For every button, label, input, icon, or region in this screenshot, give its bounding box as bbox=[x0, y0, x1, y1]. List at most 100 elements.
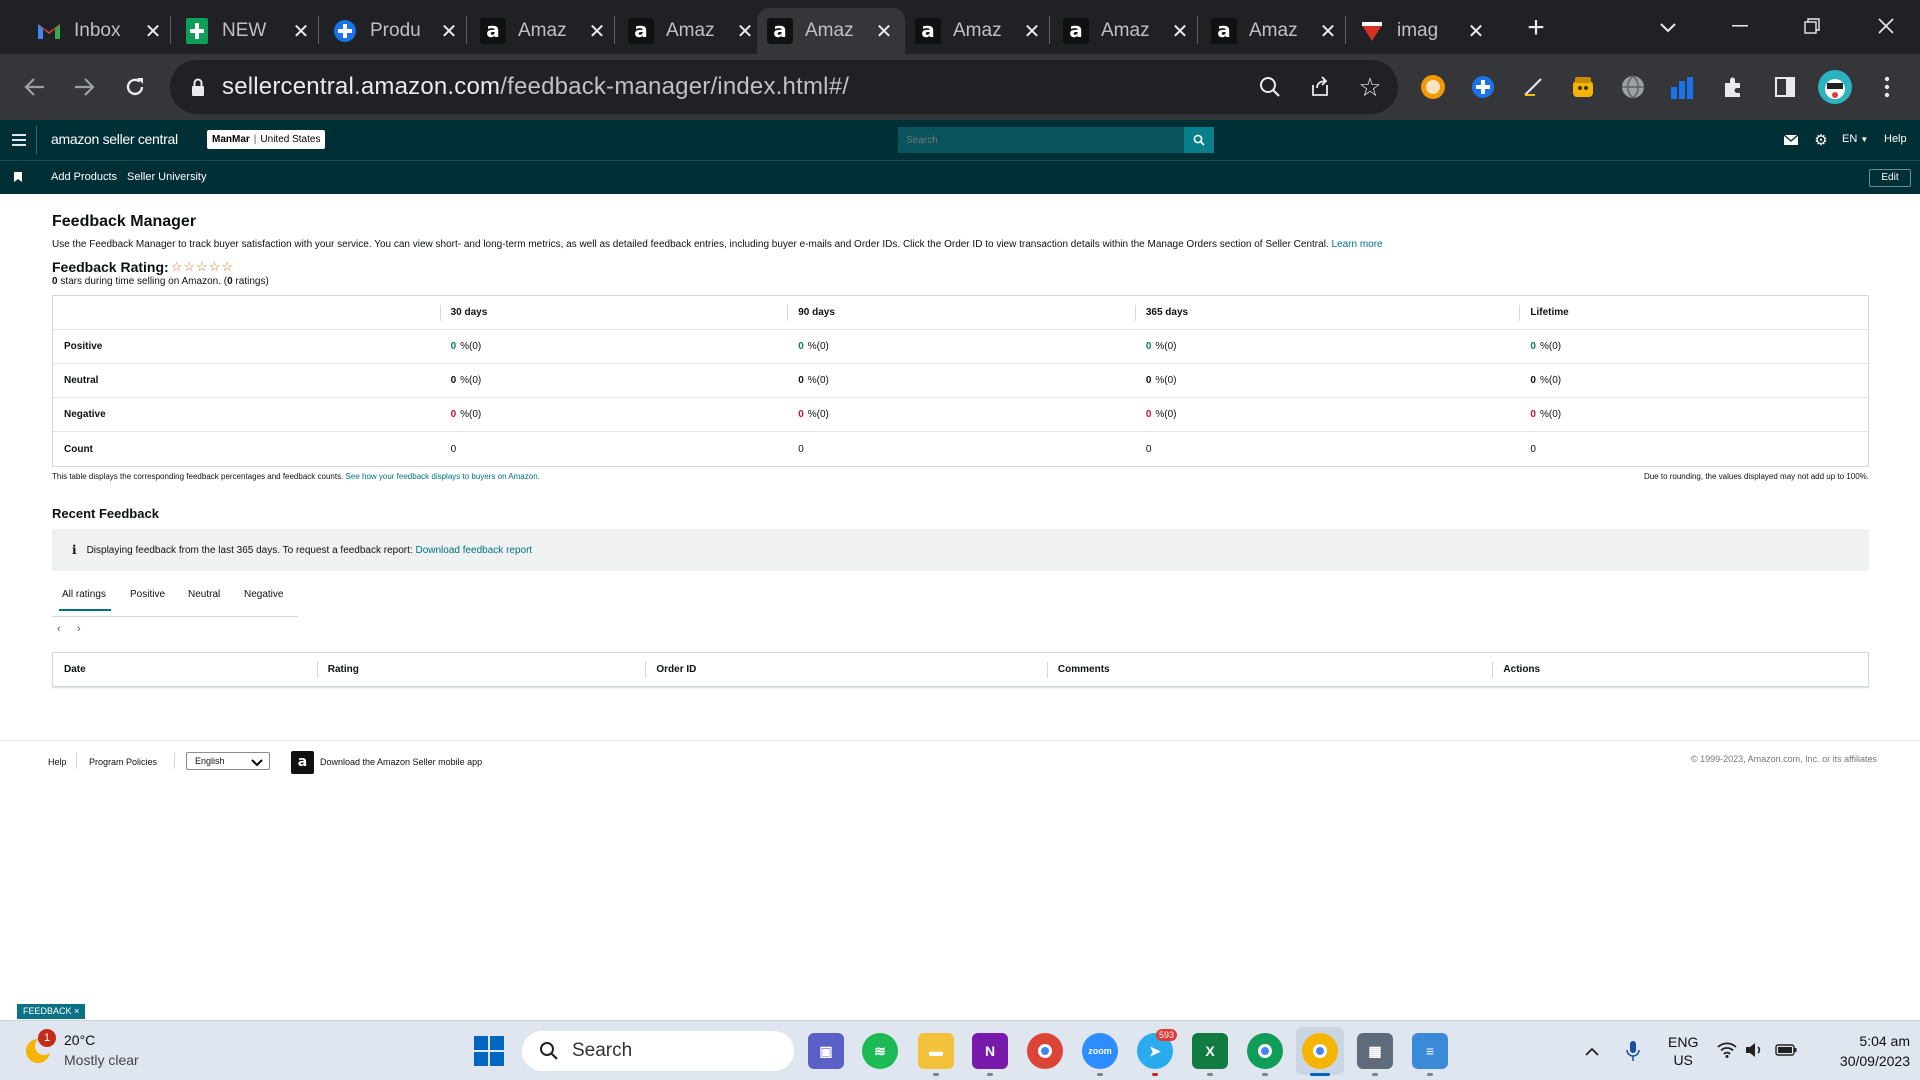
help-link[interactable]: Help bbox=[1884, 133, 1907, 145]
tab-neutral[interactable]: Neutral bbox=[188, 589, 220, 600]
tab-negative[interactable]: Negative bbox=[244, 589, 283, 600]
close-tab-icon[interactable]: ✕ bbox=[1169, 19, 1191, 44]
new-tab-button[interactable]: + bbox=[1518, 10, 1554, 46]
settings-gear-icon[interactable]: ⚙ bbox=[1812, 132, 1830, 149]
restore-icon[interactable] bbox=[1792, 8, 1832, 44]
calculator-icon[interactable]: ▦ bbox=[1357, 1033, 1393, 1069]
close-tab-icon[interactable]: ✕ bbox=[586, 19, 608, 44]
onenote-icon[interactable]: N bbox=[972, 1033, 1008, 1069]
close-tab-icon[interactable]: ✕ bbox=[734, 19, 756, 44]
seller-search-input[interactable] bbox=[898, 127, 1184, 153]
learn-more-link[interactable]: Learn more bbox=[1331, 239, 1382, 250]
reload-icon[interactable] bbox=[114, 66, 156, 108]
count-value: 0 bbox=[1530, 443, 1536, 455]
account-switcher[interactable]: ManMar | United States bbox=[207, 130, 326, 149]
browser-menu-icon[interactable] bbox=[1866, 66, 1908, 108]
browser-tab[interactable]: a Amaz ✕ bbox=[1201, 8, 1349, 54]
clock[interactable]: 5:04 am 30/09/2023 bbox=[1810, 1031, 1910, 1071]
browser-tab[interactable]: a Amaz ✕ bbox=[618, 8, 766, 54]
close-tab-icon[interactable]: ✕ bbox=[290, 19, 312, 44]
close-icon[interactable]: × bbox=[74, 1006, 79, 1016]
download-feedback-report-link[interactable]: Download feedback report bbox=[415, 545, 532, 556]
browser-tab[interactable]: NEW ✕ bbox=[174, 8, 322, 54]
volume-icon[interactable] bbox=[1744, 1039, 1766, 1061]
bookmark-star-icon[interactable]: ☆ bbox=[1356, 72, 1384, 102]
language-selector[interactable]: EN ▼ bbox=[1842, 133, 1868, 145]
extension-jar-icon[interactable] bbox=[1562, 66, 1604, 108]
feedback-badge[interactable]: FEEDBACK × bbox=[17, 1004, 86, 1019]
notepad-icon[interactable]: ≡ bbox=[1412, 1033, 1448, 1069]
footer-help-link[interactable]: Help bbox=[48, 757, 67, 767]
column-header[interactable]: Date bbox=[53, 664, 317, 675]
forward-icon[interactable] bbox=[63, 66, 105, 108]
address-bar[interactable]: sellercentral.amazon.com/feedback-manage… bbox=[170, 60, 1398, 114]
side-panel-icon[interactable] bbox=[1764, 66, 1806, 108]
wifi-icon[interactable] bbox=[1716, 1039, 1738, 1061]
chevron-right-icon[interactable]: › bbox=[77, 623, 81, 635]
browser-tab[interactable]: a Amaz ✕ bbox=[905, 8, 1053, 54]
column-header-label: 365 days bbox=[1145, 307, 1189, 318]
back-icon[interactable] bbox=[14, 66, 56, 108]
share-icon[interactable] bbox=[1306, 73, 1334, 101]
close-tab-icon[interactable]: ✕ bbox=[438, 19, 460, 44]
input-language[interactable]: ENG US bbox=[1668, 1033, 1698, 1069]
extensions-puzzle-icon[interactable] bbox=[1712, 66, 1754, 108]
program-policies-link[interactable]: Program Policies bbox=[89, 757, 157, 767]
extension-circle-icon[interactable] bbox=[1412, 66, 1454, 108]
edit-nav-button[interactable]: Edit bbox=[1869, 169, 1911, 187]
column-header[interactable]: Order ID bbox=[645, 661, 1047, 678]
browser-tab[interactable]: a Amaz ✕ bbox=[470, 8, 618, 54]
tab-all-ratings[interactable]: All ratings bbox=[62, 589, 106, 600]
taskbar-search[interactable]: Search bbox=[522, 1031, 794, 1071]
amazon-seller-central-logo[interactable]: amazon seller central bbox=[51, 131, 178, 147]
extension-pen-icon[interactable] bbox=[1512, 66, 1554, 108]
nav-add-products[interactable]: Add Products bbox=[51, 171, 117, 183]
chevron-up-icon[interactable] bbox=[1580, 1041, 1604, 1061]
close-tab-icon[interactable]: ✕ bbox=[142, 19, 164, 44]
chrome-icon[interactable] bbox=[1027, 1033, 1063, 1069]
lock-icon[interactable] bbox=[188, 76, 208, 98]
bookmark-icon[interactable] bbox=[13, 171, 23, 183]
windows-start-icon[interactable] bbox=[472, 1034, 506, 1068]
browser-tab[interactable]: imag ✕ bbox=[1349, 8, 1497, 54]
tab-search-icon[interactable] bbox=[1650, 10, 1686, 46]
chrome-active-icon[interactable] bbox=[1302, 1033, 1338, 1069]
close-tab-icon[interactable]: ✕ bbox=[1317, 19, 1339, 44]
column-header[interactable]: Actions bbox=[1492, 661, 1868, 678]
close-window-icon[interactable] bbox=[1866, 8, 1906, 44]
browser-tab[interactable]: Produ ✕ bbox=[322, 8, 470, 54]
file-explorer-icon[interactable]: ▬ bbox=[918, 1033, 954, 1069]
close-tab-icon[interactable]: ✕ bbox=[873, 19, 895, 44]
battery-icon[interactable] bbox=[1774, 1039, 1798, 1061]
chevron-left-icon[interactable]: ‹ bbox=[57, 623, 61, 635]
profile-avatar-icon[interactable] bbox=[1814, 66, 1856, 108]
messages-icon[interactable] bbox=[1783, 133, 1799, 147]
teams-chat-icon[interactable]: ▣ bbox=[808, 1033, 844, 1069]
extension-chart-icon[interactable] bbox=[1662, 66, 1704, 108]
zoom-icon[interactable]: zoom bbox=[1082, 1033, 1118, 1069]
minimize-icon[interactable] bbox=[1720, 8, 1760, 44]
download-app-link[interactable]: Download the Amazon Seller mobile app bbox=[320, 757, 482, 767]
close-tab-icon[interactable]: ✕ bbox=[1465, 19, 1487, 44]
extension-cross-icon[interactable] bbox=[1462, 66, 1504, 108]
tab-positive[interactable]: Positive bbox=[130, 589, 165, 600]
footer-language-select[interactable]: English bbox=[186, 752, 270, 770]
chrome-profile-icon[interactable] bbox=[1247, 1033, 1283, 1069]
microphone-icon[interactable] bbox=[1622, 1037, 1644, 1065]
search-button[interactable] bbox=[1184, 127, 1214, 153]
zoom-icon[interactable] bbox=[1256, 73, 1284, 101]
column-header[interactable]: Rating bbox=[316, 661, 646, 678]
see-how-feedback-link[interactable]: See how your feedback displays to buyers… bbox=[346, 472, 540, 481]
spotify-icon[interactable]: ≋ bbox=[862, 1033, 898, 1069]
browser-tab[interactable]: Inbox ✕ bbox=[26, 8, 174, 54]
excel-icon[interactable]: X bbox=[1192, 1033, 1228, 1069]
hamburger-menu-icon[interactable] bbox=[10, 132, 28, 148]
browser-toolbar: sellercentral.amazon.com/feedback-manage… bbox=[0, 54, 1920, 120]
extension-globe-icon[interactable] bbox=[1612, 66, 1654, 108]
nav-seller-university[interactable]: Seller University bbox=[127, 171, 206, 183]
tab-separator bbox=[1049, 16, 1050, 44]
column-header[interactable]: Comments bbox=[1046, 661, 1493, 678]
browser-tab[interactable]: a Amaz ✕ bbox=[757, 8, 905, 54]
browser-tab[interactable]: a Amaz ✕ bbox=[1053, 8, 1201, 54]
close-tab-icon[interactable]: ✕ bbox=[1021, 19, 1043, 44]
